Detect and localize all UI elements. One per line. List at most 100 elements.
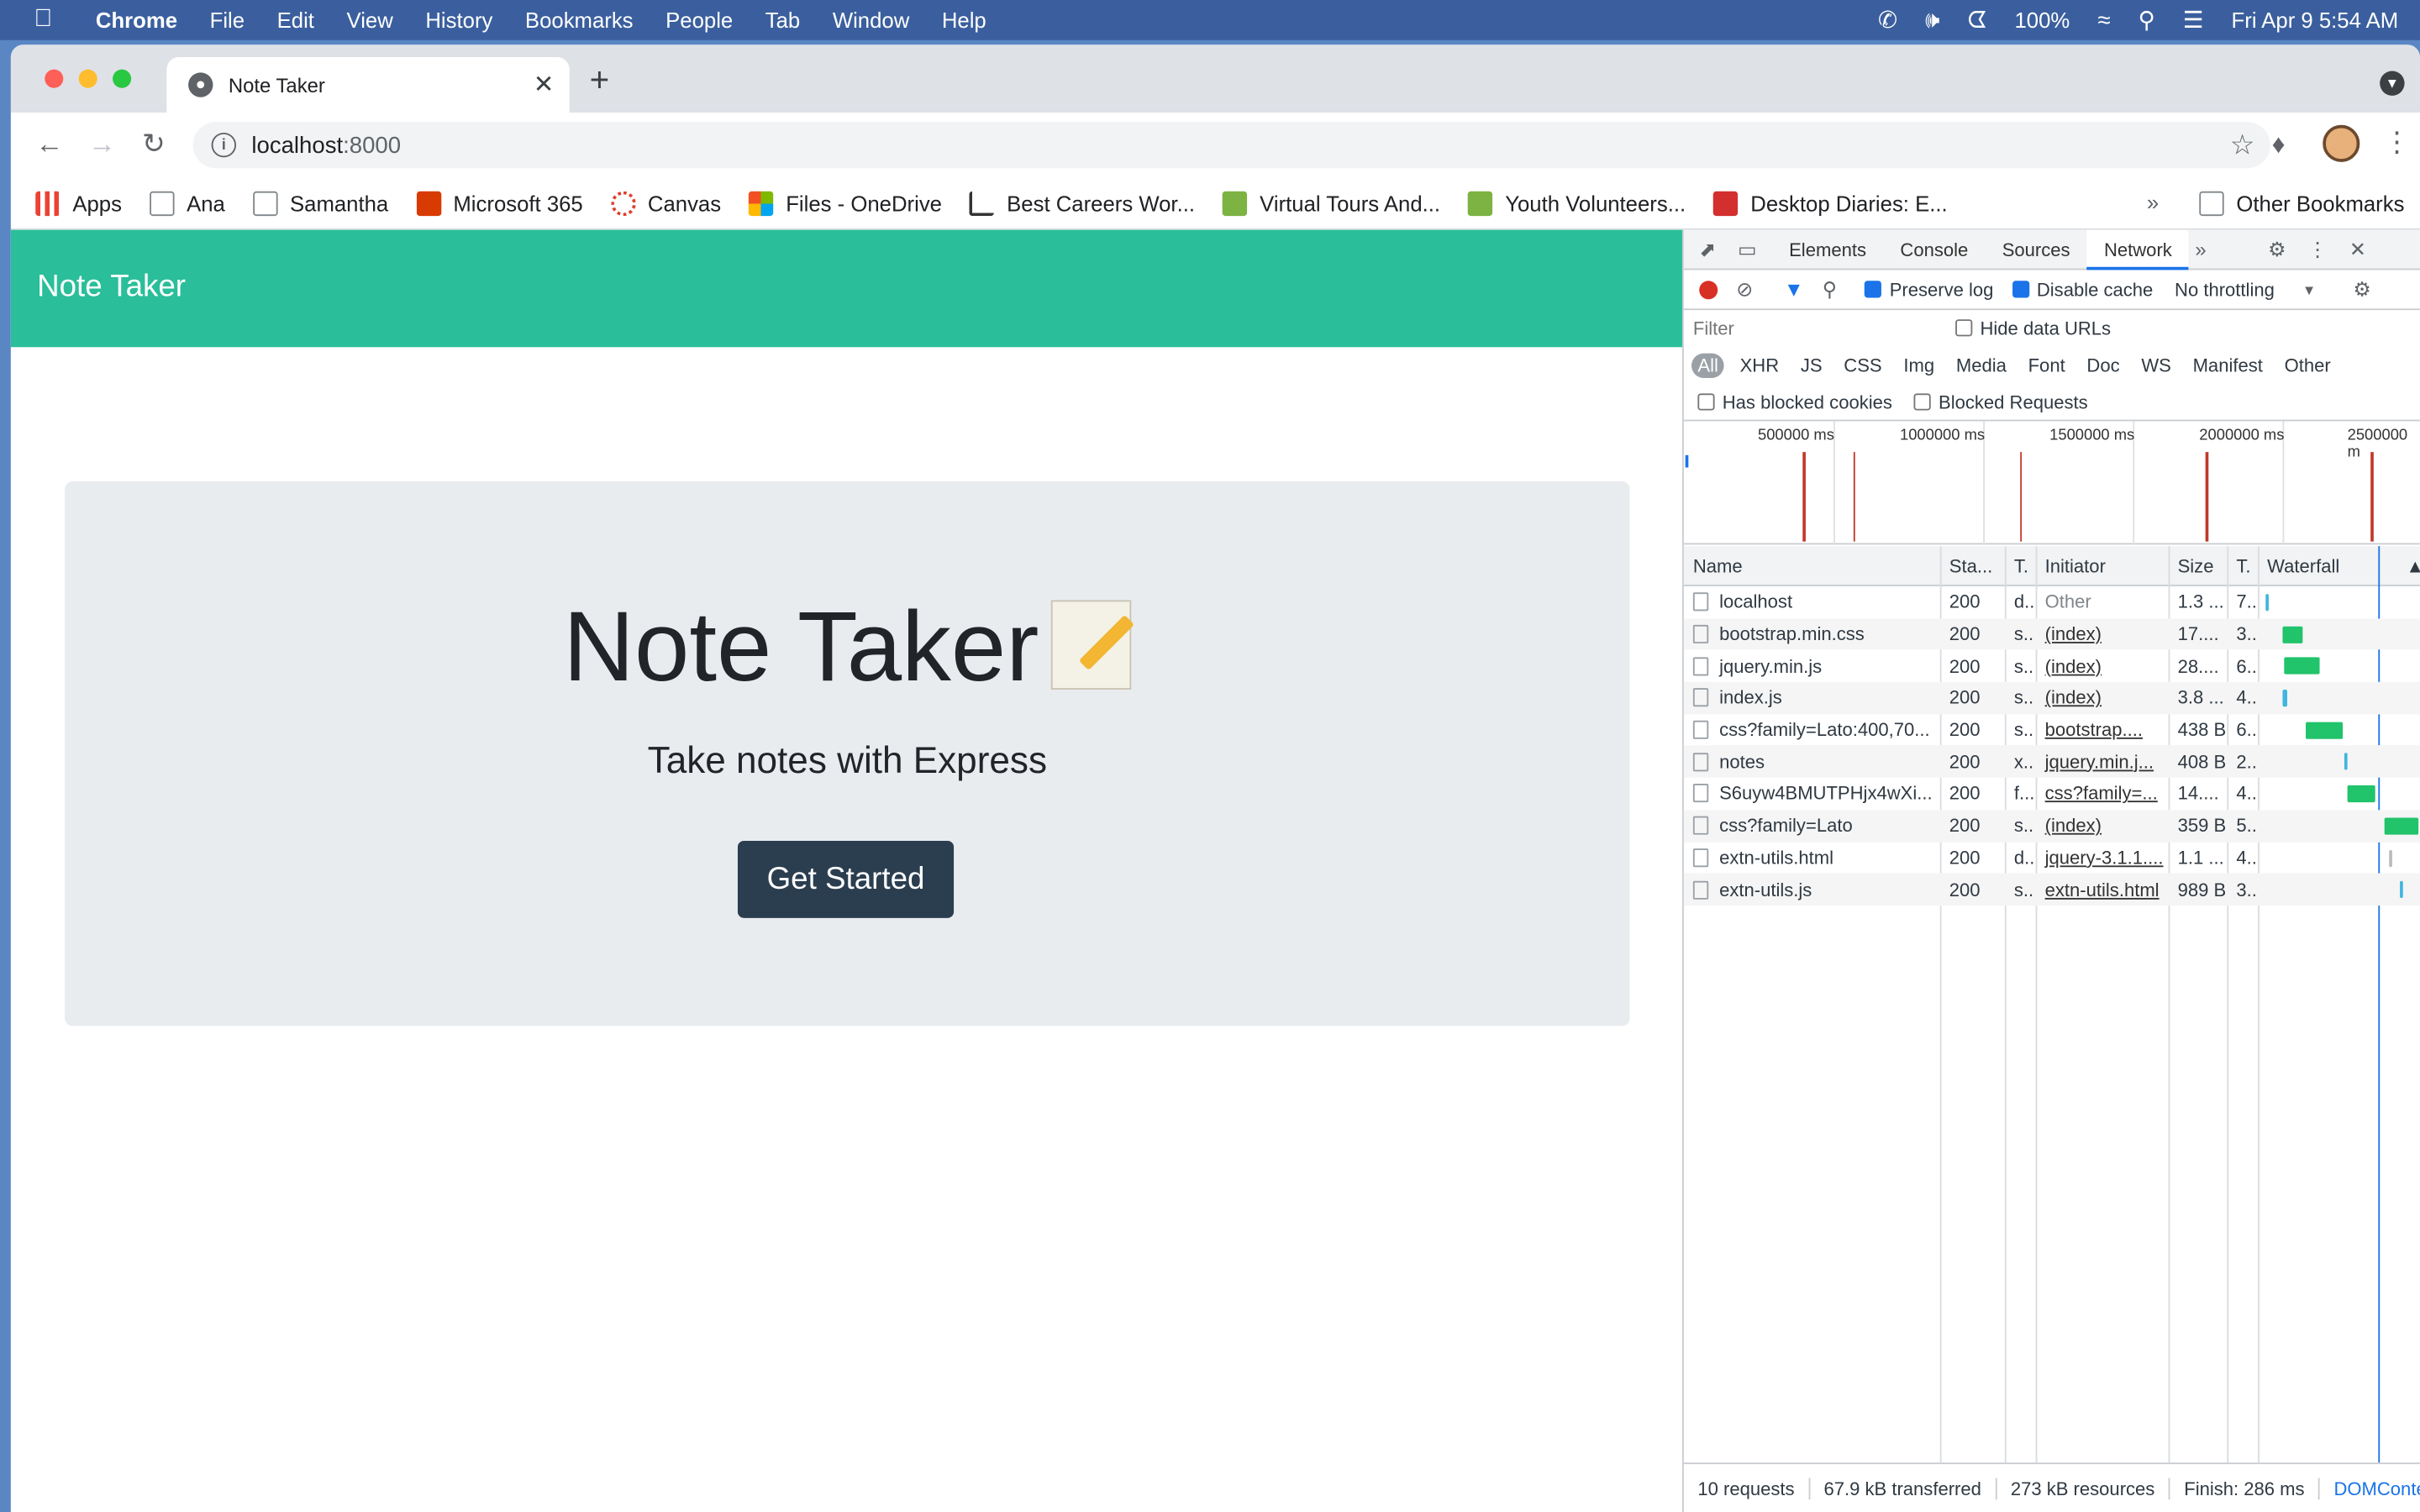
search-icon[interactable]: ⚲ [1823, 277, 1838, 302]
inspect-element-icon[interactable]: ⬈ [1699, 237, 1716, 261]
bookmark-apps[interactable]: Apps [35, 190, 122, 216]
menu-help[interactable]: Help [942, 8, 986, 32]
table-row[interactable]: index.js 200 s.. (index) 3.8 ... 4.. [1683, 681, 2420, 714]
phone-icon[interactable]: ✆ [1878, 6, 1897, 34]
type-font[interactable]: Font [2022, 354, 2071, 378]
type-manifest[interactable]: Manifest [2186, 354, 2269, 378]
filter-funnel-icon[interactable]: ▼ [1784, 278, 1804, 302]
more-tabs-icon[interactable]: » [2195, 238, 2206, 261]
has-blocked-cookies-checkbox[interactable]: Has blocked cookies [1697, 391, 1892, 412]
device-toolbar-icon[interactable]: ▭ [1738, 237, 1757, 261]
bookmark-onedrive[interactable]: Files - OneDrive [749, 190, 942, 216]
cell-name[interactable]: extn-utils.js [1684, 874, 1940, 906]
initiator-link[interactable]: css?family=... [2045, 783, 2158, 805]
cell-name[interactable]: css?family=Lato:400,70... [1684, 714, 1940, 746]
more-bookmarks-chevron[interactable]: » [2147, 190, 2159, 214]
info-icon[interactable]: i [211, 132, 237, 158]
cell-name[interactable]: extn-utils.html [1684, 842, 1940, 874]
type-css[interactable]: CSS [1838, 354, 1888, 378]
preserve-log-checkbox[interactable]: Preserve log [1865, 279, 1993, 300]
bookmark-desktop-diaries[interactable]: Desktop Diaries: E... [1713, 190, 1948, 216]
cell-name[interactable]: index.js [1684, 682, 1940, 714]
reload-icon[interactable]: ↻ [142, 128, 166, 160]
cell-name[interactable]: S6uyw4BMUTPHjx4wXi... [1684, 778, 1940, 810]
forward-icon[interactable]: → [88, 128, 116, 160]
extensions-puzzle-icon[interactable]: ♦ [2272, 129, 2286, 160]
address-bar[interactable]: i localhost:8000 ☆ [192, 122, 2270, 169]
col-initiator-header[interactable]: Initiator [2036, 546, 2169, 585]
initiator-link[interactable]: bootstrap.... [2045, 719, 2143, 741]
bookmark-virtual-tours[interactable]: Virtual Tours And... [1223, 190, 1440, 216]
network-settings-icon[interactable]: ⚙ [2353, 277, 2370, 302]
col-waterfall-header[interactable]: Waterfall [2258, 546, 2381, 585]
chrome-menu-icon[interactable]: ⋮ [2383, 127, 2411, 160]
menu-file[interactable]: File [210, 8, 245, 32]
menu-bookmarks[interactable]: Bookmarks [525, 8, 634, 32]
bookmark-best-careers[interactable]: Best Careers Wor... [970, 190, 1195, 216]
col-size-header[interactable]: Size [2169, 546, 2228, 585]
blocked-requests-checkbox[interactable]: Blocked Requests [1913, 391, 2088, 412]
bookmark-youth-volunteers[interactable]: Youth Volunteers... [1468, 190, 1686, 216]
record-icon[interactable] [1699, 280, 1718, 299]
clock[interactable]: Fri Apr 9 5:54 AM [2232, 8, 2399, 32]
tab-elements[interactable]: Elements [1772, 229, 1883, 270]
type-img[interactable]: Img [1897, 354, 1940, 378]
settings-gear-icon[interactable]: ⚙ [2268, 237, 2286, 261]
control-center-icon[interactable]: ☰ [2183, 6, 2204, 34]
table-row[interactable]: jquery.min.js 200 s.. (index) 28.... 6.. [1684, 650, 2420, 682]
close-window-button[interactable] [45, 69, 64, 88]
table-row[interactable]: extn-utils.js 200 s.. extn-utils.html 989 B 3… [1683, 873, 2420, 906]
table-row[interactable]: extn-utils.html 200 d.. jquery-3.1.1.... 1.1… [1684, 842, 2420, 874]
menu-app-name[interactable]: Chrome [96, 8, 177, 32]
url-text[interactable]: localhost:8000 [251, 132, 401, 158]
profile-avatar[interactable] [2323, 124, 2360, 162]
type-doc[interactable]: Doc [2081, 354, 2126, 378]
bookmark-canvas[interactable]: Canvas [610, 190, 721, 216]
tab-console[interactable]: Console [1883, 229, 1985, 270]
type-ws[interactable]: WS [2135, 354, 2177, 378]
table-row[interactable]: localhost 200 d.. Other 1.3 ... 7.. [1684, 586, 2420, 618]
bookmark-samantha[interactable]: Samantha [252, 190, 388, 216]
menu-people[interactable]: People [666, 8, 733, 32]
navbar-brand[interactable]: Note Taker [37, 270, 186, 305]
menu-edit[interactable]: Edit [277, 8, 314, 32]
tab-note-taker[interactable]: ● Note Taker ✕ [166, 56, 570, 113]
close-tab-icon[interactable]: ✕ [534, 70, 555, 101]
col-type-header[interactable]: T. [2005, 546, 2036, 585]
apple-icon[interactable]:  [34, 6, 61, 34]
initiator-link[interactable]: (index) [2045, 815, 2102, 837]
menu-view[interactable]: View [347, 8, 393, 32]
get-started-button[interactable]: Get Started [737, 841, 955, 918]
table-row[interactable]: bootstrap.min.css 200 s.. (index) 17.... 3.. [1683, 617, 2420, 650]
type-js[interactable]: JS [1795, 354, 1828, 378]
cell-name[interactable]: localhost [1684, 586, 1940, 618]
close-devtools-icon[interactable]: ✕ [2349, 237, 2366, 261]
menu-history[interactable]: History [425, 8, 492, 32]
initiator-link[interactable]: jquery-3.1.1.... [2045, 847, 2164, 869]
cell-name[interactable]: css?family=Lato [1684, 810, 1940, 842]
bookmark-star-icon[interactable]: ☆ [2230, 129, 2255, 161]
table-row[interactable]: css?family=Lato:400,70... 200 s.. bootstrap… [1684, 714, 2420, 746]
initiator-link[interactable]: extn-utils.html [2045, 879, 2160, 900]
tab-network[interactable]: Network [2086, 228, 2190, 270]
battery-percent[interactable]: 100% [2014, 8, 2070, 32]
initiator-link[interactable]: (index) [2045, 623, 2102, 645]
col-time-header[interactable]: T. [2227, 546, 2258, 585]
table-row[interactable]: S6uyw4BMUTPHjx4wXi... 200 f... css?family=.… [1684, 778, 2420, 810]
cell-name[interactable]: jquery.min.js [1684, 650, 1940, 682]
minimize-window-button[interactable] [78, 69, 97, 88]
back-icon[interactable]: ← [35, 128, 63, 160]
menu-tab[interactable]: Tab [765, 8, 800, 32]
cell-name[interactable]: notes [1684, 746, 1940, 778]
col-status-header[interactable]: Sta... [1940, 546, 2005, 585]
wifi-icon[interactable]: ≈ [2097, 7, 2110, 33]
sort-ascending-icon[interactable]: ▲ [2396, 546, 2420, 585]
throttling-select[interactable]: No throttling [2175, 279, 2275, 301]
type-media[interactable]: Media [1949, 354, 2012, 378]
volume-icon[interactable]: 🕪 [1925, 7, 1939, 33]
tab-sources[interactable]: Sources [1985, 229, 2086, 270]
clear-icon[interactable]: ⊘ [1736, 277, 1753, 302]
type-other[interactable]: Other [2278, 354, 2337, 378]
hide-data-urls-checkbox[interactable]: Hide data URLs [1955, 318, 2111, 339]
chevron-down-icon[interactable]: ▼ [2302, 281, 2316, 297]
